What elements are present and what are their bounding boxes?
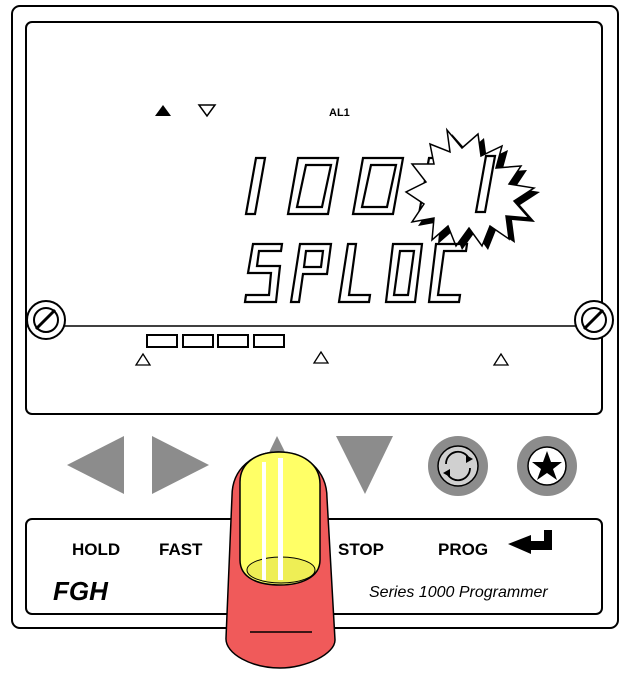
- hold-label: HOLD: [72, 540, 121, 559]
- right-screw: [574, 300, 614, 340]
- left-screw: [26, 300, 66, 340]
- pressing-finger: [225, 451, 336, 669]
- alarm-indicator: AL1: [329, 107, 350, 119]
- fast-label: FAST: [159, 540, 203, 559]
- brand-logo: FGH: [53, 576, 108, 606]
- cycle-button[interactable]: [428, 436, 488, 496]
- prog-label: PROG: [438, 540, 489, 559]
- star-button[interactable]: [517, 436, 577, 496]
- series-label: Series 1000 Programmer: [369, 584, 548, 601]
- stop-label: STOP: [338, 540, 384, 559]
